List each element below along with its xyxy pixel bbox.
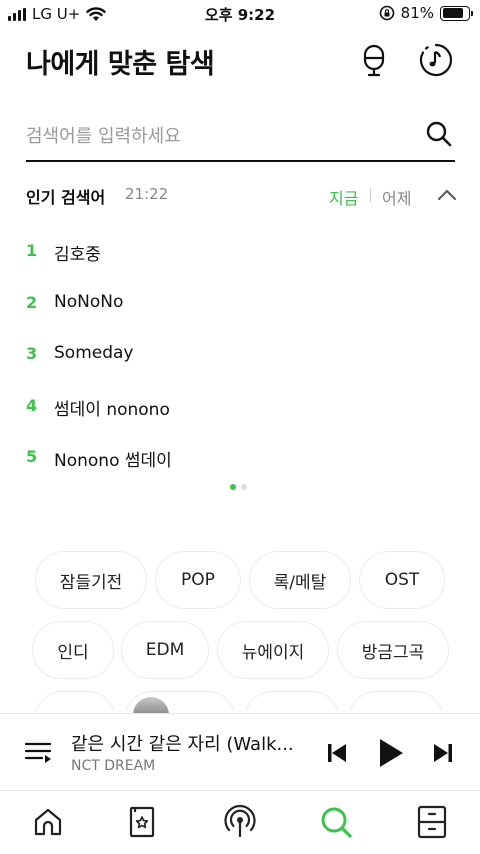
rank-number: 2 bbox=[26, 292, 38, 312]
collapse-button[interactable] bbox=[435, 184, 459, 206]
genre-chip[interactable]: 록/메탈 bbox=[249, 551, 351, 609]
home-icon bbox=[34, 808, 62, 836]
search-icon bbox=[426, 121, 452, 147]
music-recognition-button[interactable] bbox=[418, 42, 454, 78]
tab-home[interactable] bbox=[24, 802, 72, 842]
rank-keyword: Nonono 썸데이 bbox=[54, 451, 172, 471]
rank-number: 3 bbox=[26, 344, 38, 363]
list-item[interactable]: 4 썸데이 nonono bbox=[26, 389, 446, 441]
popular-search-list: 1 김호중 2 NoNoNo 3 Someday 4 썸데이 nonono 5 … bbox=[26, 234, 446, 492]
page-title: 나에게 맞춘 탐색 bbox=[26, 49, 215, 80]
search-button[interactable] bbox=[425, 120, 455, 150]
music-recognition-icon bbox=[419, 43, 453, 77]
track-artist: NCT DREAM bbox=[71, 758, 156, 774]
battery-level bbox=[442, 8, 463, 18]
battery-icon bbox=[440, 5, 473, 21]
voice-search-button[interactable] bbox=[356, 42, 392, 78]
track-title[interactable]: 같은 시간 같은 자리 (Walk... bbox=[71, 730, 311, 756]
microphone-icon bbox=[363, 44, 385, 77]
play-button[interactable] bbox=[374, 736, 408, 770]
status-bar: LG U+ 오후 9:22 81% bbox=[0, 0, 480, 28]
tab-divider bbox=[370, 188, 371, 202]
popular-search-title: 인기 검색어 bbox=[26, 188, 106, 207]
tab-podcast[interactable] bbox=[216, 802, 264, 842]
page-dot bbox=[241, 484, 247, 490]
previous-track-icon bbox=[328, 744, 346, 762]
rank-keyword: 김호중 bbox=[54, 245, 101, 265]
playlist-icon bbox=[24, 742, 52, 763]
list-item[interactable]: 2 NoNoNo bbox=[26, 286, 446, 338]
rank-number: 1 bbox=[26, 241, 38, 260]
battery-percent: 81% bbox=[400, 4, 434, 22]
list-item[interactable]: 1 김호중 bbox=[26, 234, 446, 286]
next-track-icon bbox=[434, 744, 452, 762]
rank-number: 4 bbox=[26, 395, 38, 415]
page-indicator bbox=[230, 484, 247, 490]
rotation-lock-icon bbox=[379, 5, 394, 21]
genre-chip[interactable]: OST bbox=[359, 551, 445, 609]
tab-yesterday[interactable]: 어제 bbox=[382, 185, 411, 209]
rank-number: 5 bbox=[26, 447, 38, 466]
mini-player[interactable]: 같은 시간 같은 자리 (Walk... NCT DREAM bbox=[0, 713, 480, 791]
genre-chip[interactable]: EDM bbox=[121, 621, 209, 679]
tab-storage[interactable] bbox=[408, 802, 456, 842]
page-dot-active bbox=[230, 484, 236, 490]
previous-button[interactable] bbox=[320, 736, 354, 770]
genre-chip[interactable]: POP bbox=[155, 551, 241, 609]
search-icon bbox=[321, 807, 352, 838]
search-bar bbox=[26, 112, 455, 162]
rank-keyword: 썸데이 nonono bbox=[54, 399, 170, 420]
popular-search-time: 21:22 bbox=[125, 185, 169, 203]
tab-library[interactable] bbox=[118, 802, 166, 842]
tab-now[interactable]: 지금 bbox=[329, 185, 358, 209]
play-icon bbox=[380, 739, 403, 767]
storage-drawer-icon bbox=[417, 805, 447, 839]
genre-chip[interactable]: 잠들기전 bbox=[35, 551, 147, 609]
status-right: 81% bbox=[379, 4, 473, 22]
podcast-icon bbox=[224, 805, 256, 838]
popular-search-header: 인기 검색어 21:22 지금 어제 bbox=[26, 184, 458, 208]
search-input[interactable] bbox=[26, 120, 416, 152]
rank-keyword: Someday bbox=[54, 343, 134, 363]
bottom-tab-bar bbox=[0, 792, 480, 854]
genre-chip[interactable]: 방금그곡 bbox=[337, 621, 449, 679]
rank-keyword: NoNoNo bbox=[54, 291, 124, 312]
playlist-button[interactable] bbox=[24, 738, 52, 766]
library-card-icon bbox=[129, 806, 155, 838]
chevron-up-icon bbox=[438, 190, 456, 200]
genre-chip[interactable]: 뉴에이지 bbox=[217, 621, 329, 679]
list-item[interactable]: 3 Someday bbox=[26, 337, 446, 389]
genre-chip[interactable]: 인디 bbox=[32, 621, 114, 679]
tab-search[interactable] bbox=[312, 802, 360, 842]
next-button[interactable] bbox=[426, 736, 460, 770]
